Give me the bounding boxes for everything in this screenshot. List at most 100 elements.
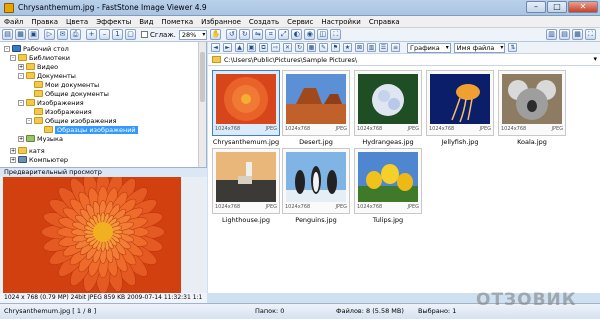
collapse-icon[interactable]: -: [18, 99, 24, 106]
menu-favorites[interactable]: Избранное: [197, 18, 245, 26]
open-folder-icon[interactable]: ▤: [2, 29, 13, 40]
tree-node-public-pictures[interactable]: - Общие изображения: [26, 116, 117, 125]
tree-node-my-documents[interactable]: Мои документы: [34, 80, 99, 89]
layout-2-icon[interactable]: ▤: [559, 29, 570, 40]
actual-size-icon[interactable]: 1: [112, 29, 123, 40]
filter-icon[interactable]: ⊠: [355, 43, 364, 52]
tree-node-public-documents[interactable]: Общие документы: [34, 89, 109, 98]
save-icon[interactable]: ▣: [28, 29, 39, 40]
menu-tools[interactable]: Сервис: [283, 18, 317, 26]
menu-help[interactable]: Справка: [365, 18, 404, 26]
rotate-left-icon[interactable]: ↺: [226, 29, 238, 40]
tree-node-katya[interactable]: + катя: [10, 146, 45, 155]
title-bar: Chrysanthemum.jpg - FastStone Image View…: [0, 0, 600, 16]
smooth-checkbox[interactable]: [141, 31, 148, 38]
tree-node-desktop[interactable]: - Рабочий стол: [4, 44, 69, 53]
chevron-down-icon[interactable]: ▾: [593, 55, 597, 63]
redeye-icon[interactable]: ◉: [304, 29, 316, 40]
menu-view[interactable]: Вид: [135, 18, 157, 26]
menu-file[interactable]: Файл: [0, 18, 27, 26]
tree-scrollbar[interactable]: [198, 42, 206, 167]
scroll-thumb[interactable]: [200, 52, 205, 102]
menu-edit[interactable]: Правка: [27, 18, 62, 26]
tree-node-music[interactable]: + Музыка: [18, 134, 63, 143]
select-all-icon[interactable]: ▦: [307, 43, 316, 52]
folder-icon: [26, 99, 35, 106]
thumbnail-tulips[interactable]: 1024x768 JPEG Tulips.jpg: [354, 148, 422, 230]
collapse-icon[interactable]: -: [18, 72, 24, 79]
layout-3-icon[interactable]: ▦: [572, 29, 583, 40]
thumbnail-penguins[interactable]: 1024x768 JPEG Penguins.jpg: [282, 148, 350, 230]
tree-node-computer[interactable]: + Компьютер: [10, 155, 68, 164]
fit-icon[interactable]: ▢: [125, 29, 136, 40]
favorites-icon[interactable]: ★: [343, 43, 352, 52]
layout-1-icon[interactable]: ▥: [546, 29, 557, 40]
expand-icon[interactable]: +: [10, 156, 16, 163]
refresh-icon[interactable]: ↻: [295, 43, 304, 52]
copy-icon[interactable]: ⧉: [259, 43, 268, 52]
collapse-icon[interactable]: -: [4, 45, 10, 52]
tree-node-label: Образцы изображений: [55, 125, 138, 134]
tree-node-label: Изображения: [45, 107, 92, 116]
rotate-right-icon[interactable]: ↻: [239, 29, 251, 40]
list-view-icon[interactable]: ≡: [391, 43, 400, 52]
menu-colors[interactable]: Цвета: [62, 18, 92, 26]
color-icon[interactable]: ◐: [291, 29, 303, 40]
thumbnail-size-icon[interactable]: ▥: [367, 43, 376, 52]
menu-create[interactable]: Создать: [245, 18, 283, 26]
tree-node-video[interactable]: + Видео: [18, 62, 58, 71]
thumbnail-chrysanthemum[interactable]: 1024x768 JPEG Chrysanthemum.jpg: [212, 70, 280, 152]
zoom-out-icon[interactable]: –: [99, 29, 110, 40]
slideshow-icon[interactable]: ▷: [44, 29, 55, 40]
compare-icon[interactable]: ◫: [317, 29, 329, 40]
thumbnail-jellyfish[interactable]: 1024x768 JPEG Jellyfish.jpg: [426, 70, 494, 152]
delete-icon[interactable]: ✕: [283, 43, 292, 52]
hand-tool-icon[interactable]: ✋: [210, 29, 222, 40]
close-button[interactable]: ✕: [568, 1, 598, 13]
thumbnail-meta: 1024x768 JPEG: [501, 126, 563, 132]
zoom-select[interactable]: 28%: [178, 29, 208, 40]
up-folder-icon[interactable]: ▲: [235, 43, 244, 52]
thumbnail-image: [286, 152, 346, 202]
print-icon[interactable]: ⎙: [70, 29, 81, 40]
menu-settings[interactable]: Настройки: [317, 18, 365, 26]
thumbnail-lighthouse[interactable]: 1024x768 JPEG Lighthouse.jpg: [212, 148, 280, 230]
thumbnail-koala[interactable]: 1024x768 JPEG Koala.jpg: [498, 70, 566, 152]
layout-4-icon[interactable]: ⛶: [585, 29, 596, 40]
tree-node-label: Видео: [37, 62, 59, 71]
minimize-button[interactable]: –: [526, 1, 546, 13]
tree-node-sample-pictures[interactable]: Образцы изображений: [44, 125, 138, 134]
view-mode-select[interactable]: Графика: [407, 42, 451, 53]
email-icon[interactable]: ✉: [57, 29, 68, 40]
details-view-icon[interactable]: ☰: [379, 43, 388, 52]
zoom-in-icon[interactable]: +: [86, 29, 97, 40]
maximize-button[interactable]: □: [547, 1, 567, 13]
tree-node-documents[interactable]: - Документы: [18, 71, 76, 80]
fullscreen-icon[interactable]: ⛶: [330, 29, 342, 40]
resize-icon[interactable]: ⤢: [278, 29, 290, 40]
tag-icon[interactable]: ⚑: [331, 43, 340, 52]
collapse-icon[interactable]: -: [10, 54, 16, 61]
thumbnail-desert[interactable]: 1024x768 JPEG Desert.jpg: [282, 70, 350, 152]
forward-icon[interactable]: ►: [223, 43, 232, 52]
crop-icon[interactable]: ⌗: [265, 29, 277, 40]
menu-tag[interactable]: Пометка: [157, 18, 197, 26]
sort-order-icon[interactable]: ⇅: [508, 43, 518, 52]
tree-node-libraries[interactable]: - Библиотеки: [10, 53, 70, 62]
acquire-icon[interactable]: ▦: [15, 29, 26, 40]
sort-select[interactable]: Имя файла: [453, 42, 506, 53]
expand-icon[interactable]: +: [10, 147, 16, 154]
menu-effects[interactable]: Эффекты: [92, 18, 135, 26]
tree-node-pictures[interactable]: - Изображения: [18, 98, 84, 107]
flip-icon[interactable]: ⇋: [252, 29, 264, 40]
expand-icon[interactable]: +: [18, 63, 24, 70]
move-icon[interactable]: ⇨: [271, 43, 280, 52]
back-icon[interactable]: ◄: [211, 43, 220, 52]
thumbnail-hydrangeas[interactable]: 1024x768 JPEG Hydrangeas.jpg: [354, 70, 422, 152]
expand-icon[interactable]: +: [18, 135, 24, 142]
path-bar[interactable]: C:\Users\Public\Pictures\Sample Pictures…: [208, 54, 600, 66]
tree-node-my-pictures[interactable]: Изображения: [34, 107, 92, 116]
new-folder-icon[interactable]: ▣: [247, 43, 256, 52]
collapse-icon[interactable]: -: [26, 117, 32, 124]
rename-icon[interactable]: ✎: [319, 43, 328, 52]
